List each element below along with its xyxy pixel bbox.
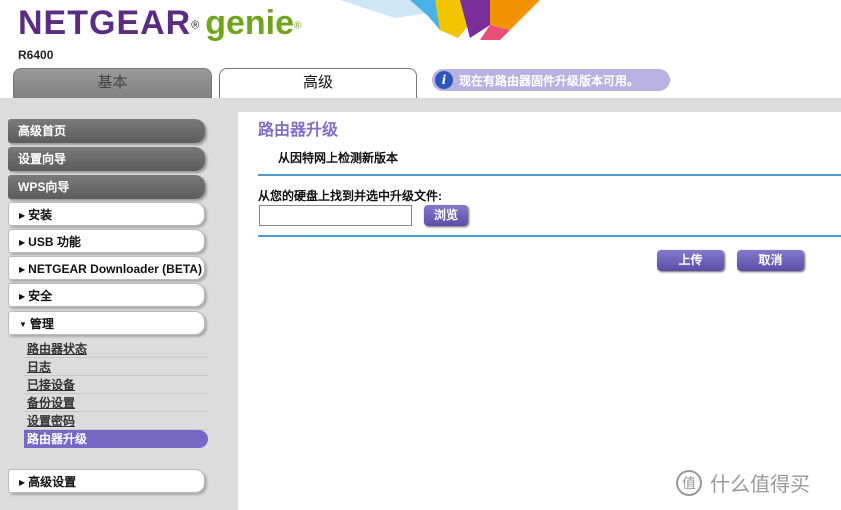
firmware-update-notice[interactable]: i 现在有路由器固件升级版本可用。 [432, 69, 670, 91]
divider [258, 174, 841, 176]
notice-text: 现在有路由器固件升级版本可用。 [459, 73, 640, 88]
sidebar-item-label: 高级首页 [18, 124, 67, 138]
sidebar-item-security[interactable]: ▶ 安全 [8, 283, 205, 307]
watermark-text: 什么值得买 [710, 474, 810, 496]
sidebar-item-label: 管理 [29, 317, 54, 331]
sidebar-item-setup-wizard[interactable]: 设置向导 [8, 147, 205, 171]
submenu-logs[interactable]: 日志 [24, 358, 208, 376]
submenu-router-update[interactable]: 路由器升级 [24, 430, 208, 448]
expand-arrow-icon: ▶ [19, 265, 26, 274]
sidebar-item-setup[interactable]: ▶ 安装 [8, 202, 205, 226]
sidebar-item-label: 高级设置 [28, 475, 77, 489]
submenu-backup-settings[interactable]: 备份设置 [24, 394, 208, 412]
sidebar-item-administration[interactable]: ▼ 管理 [8, 311, 205, 335]
check-online-link[interactable]: 从因特网上检测新版本 [278, 149, 398, 166]
tab-basic[interactable]: 基本 [13, 68, 212, 100]
sidebar-item-label: 设置向导 [18, 152, 67, 166]
submenu-set-password[interactable]: 设置密码 [24, 412, 208, 430]
sidebar-item-label: WPS向导 [18, 180, 70, 194]
sidebar-item-advanced-home[interactable]: 高级首页 [8, 119, 205, 143]
administration-submenu: 路由器状态 日志 已接设备 备份设置 设置密码 路由器升级 [24, 340, 208, 448]
expand-arrow-icon: ▶ [19, 211, 26, 220]
sidebar-item-label: 安装 [28, 208, 53, 222]
brand-name: NETGEAR [18, 4, 192, 42]
info-icon: i [435, 71, 453, 89]
tab-advanced[interactable]: 高级 [219, 68, 417, 101]
cancel-button[interactable]: 取消 [737, 250, 804, 271]
router-model: R6400 [18, 48, 54, 62]
watermark-logo-icon: 值 [676, 469, 702, 496]
sidebar-item-advanced-setup[interactable]: ▶ 高级设置 [8, 469, 205, 493]
submenu-attached-devices[interactable]: 已接设备 [24, 376, 208, 394]
header-divider-band [0, 98, 841, 112]
decorative-banner-graphic [340, 0, 540, 40]
browse-button[interactable]: 浏览 [424, 205, 468, 226]
upload-button[interactable]: 上传 [657, 250, 724, 271]
sidebar-item-label: NETGEAR Downloader (BETA) [28, 262, 202, 276]
sidebar-item-netgear-downloader[interactable]: ▶ NETGEAR Downloader (BETA) [8, 256, 205, 280]
sidebar-item-label: 安全 [28, 289, 53, 303]
divider [258, 235, 841, 237]
sidebar-item-usb-functions[interactable]: ▶ USB 功能 [8, 229, 205, 253]
netgear-genie-logo: NETGEAR® genie® [18, 4, 301, 43]
collapse-arrow-icon: ▼ [19, 320, 27, 329]
submenu-router-status[interactable]: 路由器状态 [24, 340, 208, 358]
expand-arrow-icon: ▶ [19, 238, 26, 247]
sidebar-item-label: USB 功能 [28, 235, 81, 249]
product-mark: ® [294, 20, 302, 32]
brand-mark: ® [191, 19, 200, 32]
file-select-label: 从您的硬盘上找到并选中升级文件: [258, 189, 442, 203]
watermark: 值 什么值得买 [676, 468, 810, 497]
product-name: genie [205, 4, 295, 42]
expand-arrow-icon: ▶ [19, 292, 26, 301]
expand-arrow-icon: ▶ [19, 478, 26, 487]
upgrade-file-input[interactable] [259, 205, 412, 226]
page-title: 路由器升级 [258, 122, 339, 139]
sidebar-item-wps-wizard[interactable]: WPS向导 [8, 175, 205, 199]
